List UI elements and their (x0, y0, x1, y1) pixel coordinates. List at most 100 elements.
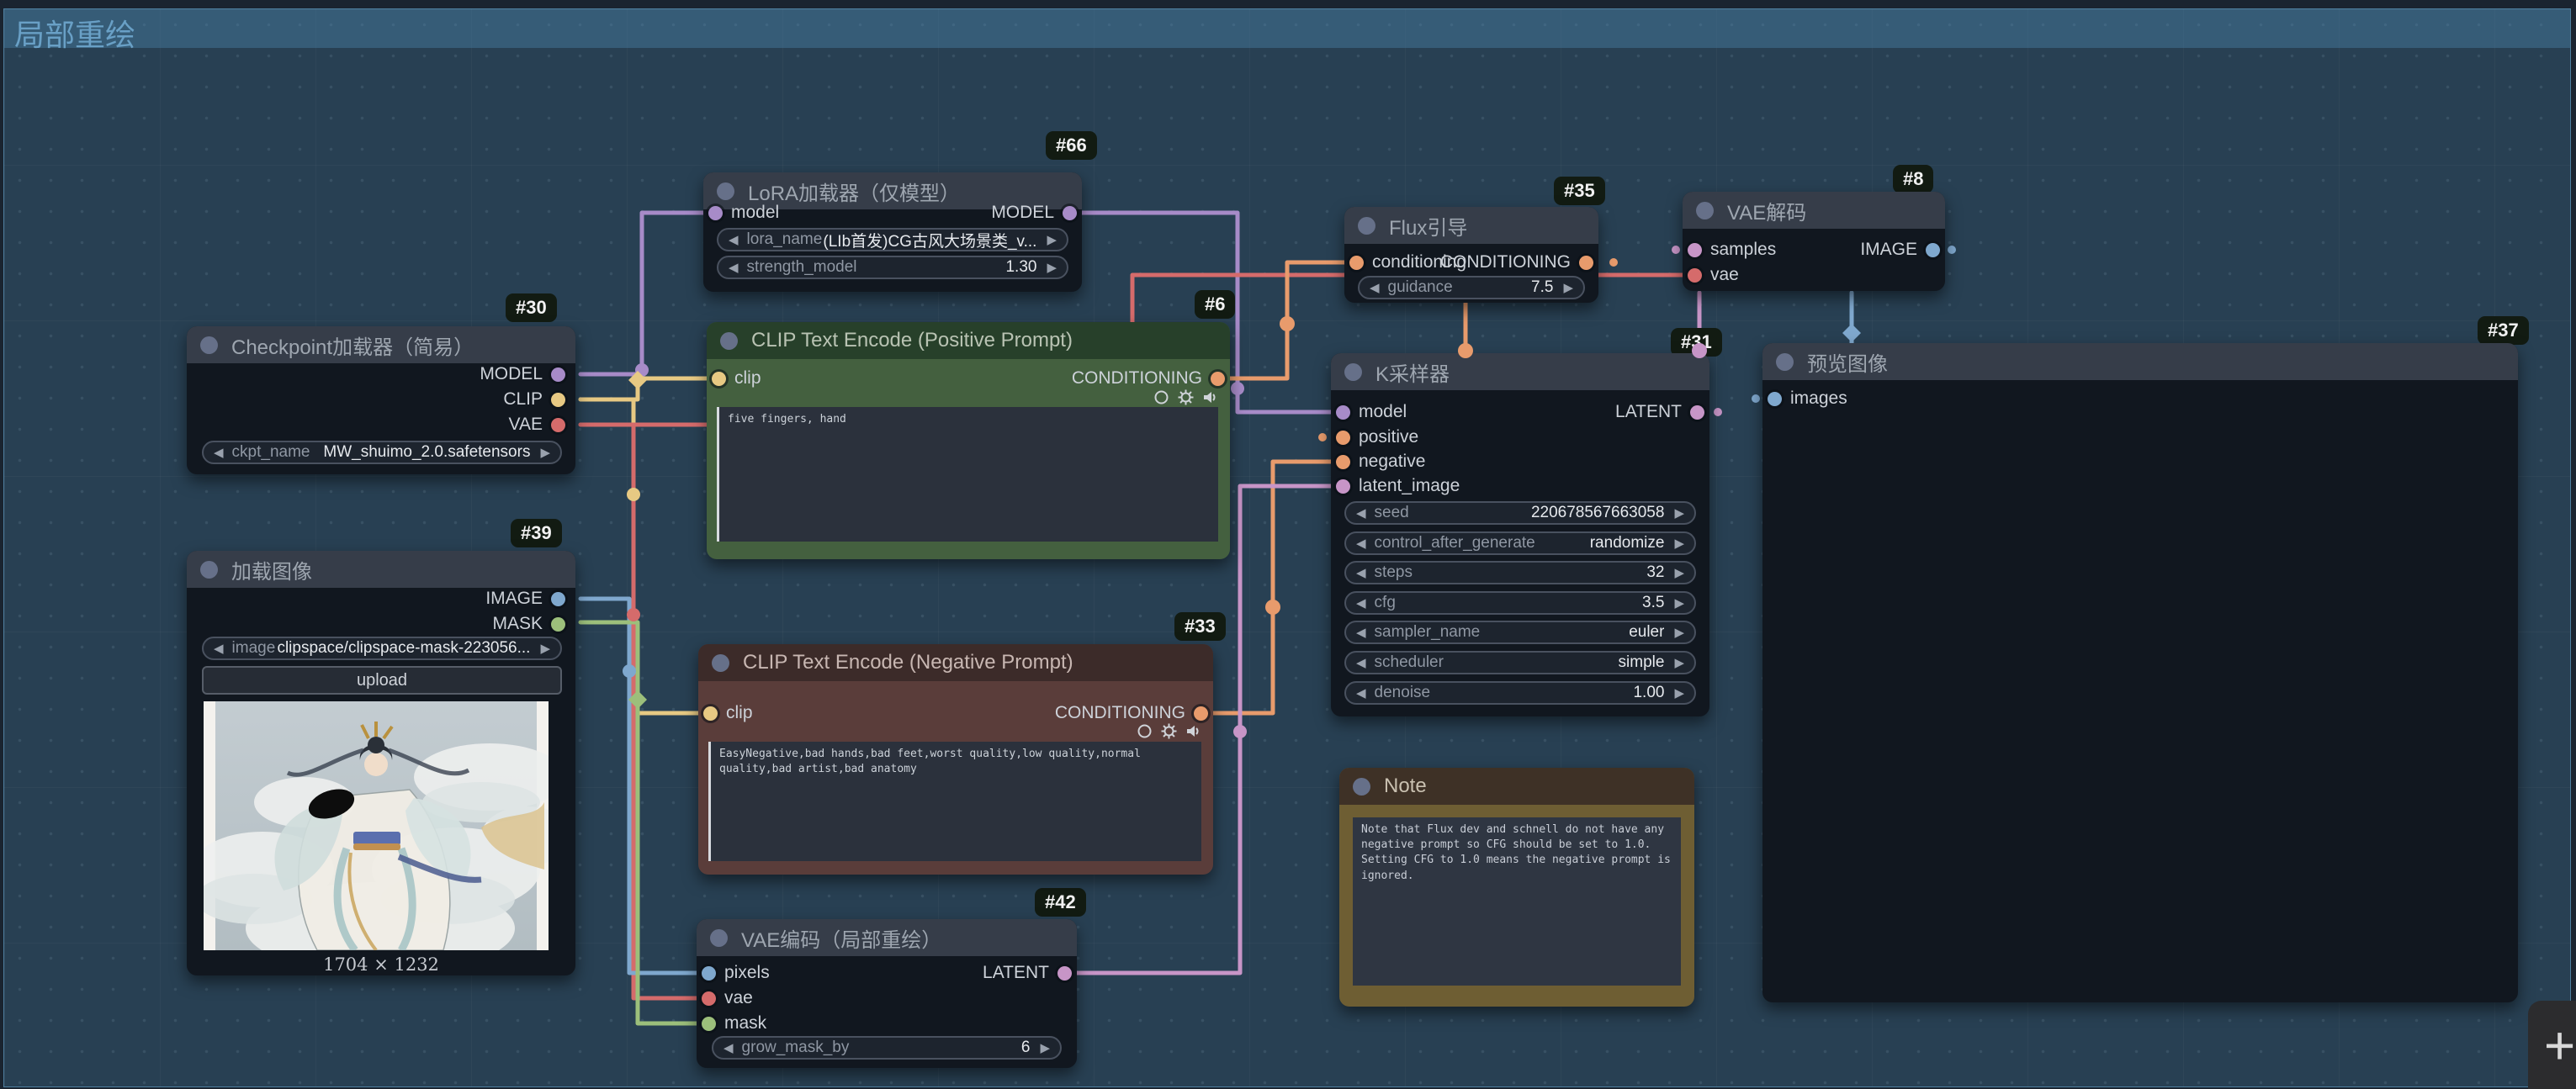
widget-seed[interactable]: seed 220678567663058 (1344, 501, 1696, 525)
node-title-bar[interactable]: VAE编码（局部重绘） (697, 919, 1077, 956)
canvas-corner-panel[interactable]: + (2528, 1001, 2576, 1089)
node-title-bar[interactable]: 预览图像 (1762, 343, 2518, 380)
output-port-clip[interactable]: CLIP (503, 389, 565, 410)
increment-arrow-icon[interactable] (1674, 626, 1684, 639)
collapse-dot-icon[interactable] (1358, 217, 1375, 235)
increment-arrow-icon[interactable] (1674, 507, 1684, 520)
decrement-arrow-icon[interactable] (1356, 626, 1366, 639)
output-port-vae[interactable]: VAE (509, 415, 565, 435)
input-port-negative[interactable]: negative (1336, 452, 1425, 472)
output-port-latent[interactable]: LATENT (1615, 402, 1704, 422)
increment-arrow-icon[interactable] (1040, 1042, 1050, 1055)
collapse-dot-icon[interactable] (200, 336, 218, 354)
widget-denoise[interactable]: denoise 1.00 (1344, 681, 1696, 705)
node-load-image[interactable]: 加载图像 IMAGE MASK image clipspace/clipspac… (187, 551, 575, 975)
input-port-pixels[interactable]: pixels (702, 963, 770, 983)
node-lora-loader[interactable]: LoRA加载器（仅模型） model MODEL lora_name (LIb首… (703, 172, 1082, 292)
widget-strength-model[interactable]: strength_model 1.30 (717, 256, 1068, 279)
speaker-icon[interactable] (1185, 723, 1201, 739)
input-port-latent-image[interactable]: latent_image (1336, 476, 1460, 496)
decrement-arrow-icon[interactable] (1356, 597, 1366, 610)
collapse-dot-icon[interactable] (1696, 202, 1714, 219)
widget-lora-name[interactable]: lora_name (LIb首发)CG古风大场景类_v... (717, 228, 1068, 251)
widget-cfg[interactable]: cfg 3.5 (1344, 591, 1696, 615)
increment-arrow-icon[interactable] (1047, 262, 1057, 274)
collapse-dot-icon[interactable] (1353, 778, 1370, 796)
node-graph-canvas[interactable]: 局部重绘 (0, 0, 2576, 1089)
gear-icon[interactable] (1178, 389, 1194, 405)
decrement-arrow-icon[interactable] (1356, 567, 1366, 579)
collapse-dot-icon[interactable] (1344, 363, 1362, 381)
node-title-bar[interactable]: Checkpoint加载器（简易） (187, 326, 575, 363)
input-image-preview[interactable] (204, 701, 549, 950)
increment-arrow-icon[interactable] (1674, 657, 1684, 669)
input-port-vae[interactable]: vae (702, 988, 753, 1008)
collapse-dot-icon[interactable] (717, 182, 734, 200)
input-port-clip[interactable]: clip (712, 368, 761, 389)
input-port-mask[interactable]: mask (702, 1013, 766, 1033)
node-preview-image[interactable]: 预览图像 images (1762, 343, 2518, 1002)
collapse-dot-icon[interactable] (200, 561, 218, 579)
widget-image-name[interactable]: image clipspace/clipspace-mask-223056... (202, 637, 562, 660)
upload-button[interactable]: upload (202, 666, 562, 695)
input-port-model[interactable]: model (708, 203, 779, 223)
node-title-bar[interactable]: VAE解码 (1683, 192, 1945, 229)
increment-arrow-icon[interactable] (1674, 537, 1684, 550)
output-port-conditioning[interactable]: CONDITIONING (1440, 252, 1593, 272)
increment-arrow-icon[interactable] (1047, 234, 1057, 246)
decrement-arrow-icon[interactable] (1356, 687, 1366, 700)
input-port-positive[interactable]: positive (1336, 427, 1418, 447)
node-title-bar[interactable]: Flux引导 (1344, 207, 1598, 244)
widget-sampler-name[interactable]: sampler_name euler (1344, 621, 1696, 644)
collapse-dot-icon[interactable] (710, 929, 728, 947)
input-port-model[interactable]: model (1336, 402, 1407, 422)
increment-arrow-icon[interactable] (1563, 282, 1573, 294)
gear-icon[interactable] (1161, 723, 1177, 739)
node-clip-text-encode-negative[interactable]: CLIP Text Encode (Negative Prompt) clip … (698, 644, 1213, 875)
widget-grow-mask-by[interactable]: grow_mask_by 6 (712, 1036, 1062, 1060)
widget-steps[interactable]: steps 32 (1344, 561, 1696, 584)
collapse-dot-icon[interactable] (720, 332, 738, 350)
widget-ckpt-name[interactable]: ckpt_name MW_shuimo_2.0.safetensors (202, 441, 562, 464)
output-port-mask[interactable]: MASK (492, 614, 565, 634)
output-port-conditioning[interactable]: CONDITIONING (1072, 368, 1225, 389)
node-flux-guidance[interactable]: Flux引导 conditioning CONDITIONING guidanc… (1344, 207, 1598, 303)
decrement-arrow-icon[interactable] (729, 262, 739, 274)
increment-arrow-icon[interactable] (1674, 567, 1684, 579)
output-port-image[interactable]: IMAGE (485, 589, 565, 609)
decrement-arrow-icon[interactable] (724, 1042, 734, 1055)
input-port-images[interactable]: images (1768, 389, 1847, 409)
input-port-clip[interactable]: clip (703, 703, 753, 723)
circle-icon[interactable] (1137, 723, 1153, 739)
decrement-arrow-icon[interactable] (1356, 507, 1366, 520)
output-port-image[interactable]: IMAGE (1860, 240, 1940, 260)
input-port-samples[interactable]: samples (1688, 240, 1776, 260)
decrement-arrow-icon[interactable] (214, 642, 224, 655)
output-port-model[interactable]: MODEL (991, 203, 1077, 223)
decrement-arrow-icon[interactable] (1370, 282, 1380, 294)
widget-scheduler[interactable]: scheduler simple (1344, 651, 1696, 674)
output-port-model[interactable]: MODEL (480, 364, 565, 384)
increment-arrow-icon[interactable] (540, 447, 550, 459)
node-title-bar[interactable]: 加载图像 (187, 551, 575, 588)
widget-guidance[interactable]: guidance 7.5 (1358, 276, 1585, 299)
node-title-bar[interactable]: CLIP Text Encode (Negative Prompt) (698, 644, 1213, 681)
decrement-arrow-icon[interactable] (1356, 657, 1366, 669)
node-checkpoint-loader[interactable]: Checkpoint加载器（简易） MODEL CLIP VAE ckpt_na… (187, 326, 575, 474)
increment-arrow-icon[interactable] (540, 642, 550, 655)
increment-arrow-icon[interactable] (1674, 687, 1684, 700)
decrement-arrow-icon[interactable] (729, 234, 739, 246)
node-note[interactable]: Note Note that Flux dev and schnell do n… (1339, 768, 1694, 1007)
output-port-latent[interactable]: LATENT (983, 963, 1072, 983)
add-node-plus-icon[interactable]: + (2544, 1018, 2575, 1072)
output-port-conditioning[interactable]: CONDITIONING (1055, 703, 1208, 723)
prompt-textarea[interactable]: five fingers, hand (717, 407, 1218, 542)
collapse-dot-icon[interactable] (1776, 353, 1794, 371)
widget-control-after-generate[interactable]: control_after_generate randomize (1344, 531, 1696, 555)
node-vae-decode[interactable]: VAE解码 samples vae IMAGE (1683, 192, 1945, 291)
circle-icon[interactable] (1153, 389, 1169, 405)
note-textarea[interactable]: Note that Flux dev and schnell do not ha… (1353, 817, 1681, 986)
node-title-bar[interactable]: Note (1339, 768, 1694, 805)
increment-arrow-icon[interactable] (1674, 597, 1684, 610)
decrement-arrow-icon[interactable] (1356, 537, 1366, 550)
